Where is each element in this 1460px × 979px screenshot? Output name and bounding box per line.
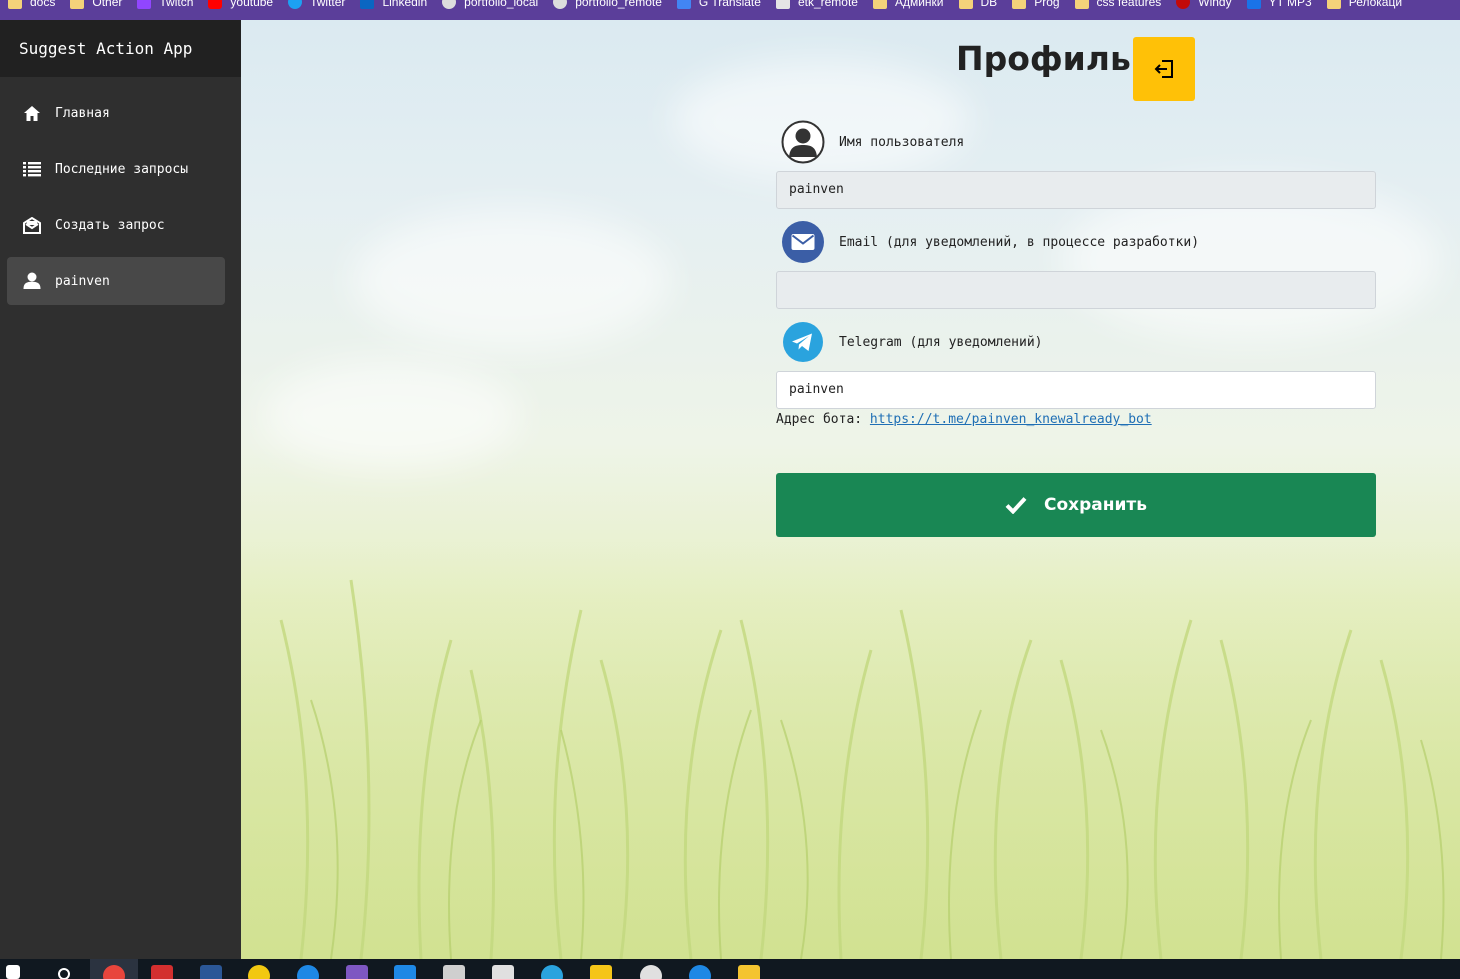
telegram-app-icon[interactable] xyxy=(541,965,563,979)
youtube-icon xyxy=(208,0,223,9)
home-icon xyxy=(22,103,42,123)
page-title-row: Профиль xyxy=(956,39,1131,78)
username-field[interactable]: painven xyxy=(776,171,1376,209)
sidebar-item-label: Главная xyxy=(55,105,110,121)
folder-icon xyxy=(70,0,85,9)
envelope-open-icon xyxy=(22,215,42,235)
bookmark-relocation[interactable]: Релокаци xyxy=(1319,0,1409,12)
bookmark-css-features[interactable]: css features xyxy=(1067,0,1169,12)
windows-start-icon[interactable] xyxy=(6,965,20,979)
bookmark-prog[interactable]: Prog xyxy=(1004,0,1066,12)
sidebar-item-label: Создать запрос xyxy=(55,217,165,233)
twitter-icon xyxy=(288,0,303,9)
etk-icon xyxy=(775,0,790,9)
user-avatar-icon xyxy=(781,120,825,164)
email-field[interactable] xyxy=(776,271,1376,309)
sidebar-item-label: Последние запросы xyxy=(55,161,189,177)
folder-icon xyxy=(958,0,973,9)
app-icon[interactable] xyxy=(689,965,711,979)
save-button[interactable]: Сохранить xyxy=(776,473,1376,537)
bot-address-label: Адрес бота: xyxy=(776,412,863,427)
sidebar-item-create-request[interactable]: Создать запрос xyxy=(7,201,225,249)
twitch-icon xyxy=(137,0,152,9)
bookmark-etk-remote[interactable]: etk_remote xyxy=(768,0,865,12)
bookmark-g-translate[interactable]: G Translate xyxy=(669,0,768,12)
filezilla-icon[interactable] xyxy=(151,965,173,979)
sidebar-item-label: painven xyxy=(55,273,110,289)
telegram-label: Telegram (для уведомлений) xyxy=(839,334,1043,350)
app-brand[interactable]: Suggest Action App xyxy=(0,20,241,77)
globe-icon xyxy=(442,0,457,9)
app-icon[interactable] xyxy=(297,965,319,979)
bookmark-twitch[interactable]: Twitch xyxy=(129,0,200,12)
bookmark-portfolio-remote[interactable]: portfolio_remote xyxy=(545,0,669,12)
file-explorer-icon[interactable] xyxy=(738,965,760,979)
telegram-icon xyxy=(783,322,823,362)
email-label: Email (для уведомлений, в процессе разра… xyxy=(839,234,1200,250)
folder-icon xyxy=(1074,0,1089,9)
bookmark-docs[interactable]: docs xyxy=(0,0,62,12)
username-label-row: Имя пользователя xyxy=(781,120,964,164)
globe-icon xyxy=(553,0,568,9)
visual-studio-icon[interactable] xyxy=(346,965,368,979)
app-icon[interactable] xyxy=(590,965,612,979)
bookmark-portfolio-local[interactable]: portfolio_local xyxy=(434,0,545,12)
bookmark-other[interactable]: Other xyxy=(62,0,129,12)
folder-icon xyxy=(872,0,887,9)
email-icon xyxy=(782,221,824,263)
folder-icon xyxy=(8,0,22,9)
editor-icon[interactable] xyxy=(492,965,514,979)
bookmark-yt-mp3[interactable]: YT MP3 xyxy=(1239,0,1319,12)
windy-icon xyxy=(1176,0,1191,9)
search-icon[interactable] xyxy=(58,968,70,979)
sidebar-item-profile[interactable]: painven xyxy=(7,257,225,305)
user-icon xyxy=(22,271,42,291)
settings-icon[interactable] xyxy=(640,965,662,979)
check-icon xyxy=(1005,496,1027,514)
folder-icon xyxy=(1012,0,1027,9)
bookmark-windy[interactable]: Windy xyxy=(1168,0,1238,12)
taskbar xyxy=(0,959,1460,979)
bookmark-youtube[interactable]: youtube xyxy=(200,0,280,12)
play-icon xyxy=(1246,0,1261,9)
list-icon xyxy=(22,159,42,179)
main-content: Профиль Имя пользователя painven Email (… xyxy=(241,20,1460,959)
vscode-icon[interactable] xyxy=(394,965,416,979)
telegram-label-row: Telegram (для уведомлений) xyxy=(781,320,1043,364)
bot-address: Адрес бота: https://t.me/painven_knewalr… xyxy=(776,412,1152,427)
bookmark-admin[interactable]: Админки xyxy=(865,0,951,12)
bot-link[interactable]: https://t.me/painven_knewalready_bot xyxy=(870,412,1152,427)
bookmarks-bar: docs Other Twitch youtube Twitter Linked… xyxy=(0,0,1460,20)
sidebar: Suggest Action App Главная Последние зап… xyxy=(0,20,241,959)
app-icon[interactable] xyxy=(248,965,270,979)
translate-icon xyxy=(676,0,691,9)
page-title: Профиль xyxy=(956,39,1131,78)
logout-button[interactable] xyxy=(1133,37,1195,101)
sidebar-nav: Главная Последние запросы Создать запрос… xyxy=(0,77,241,305)
sidebar-item-home[interactable]: Главная xyxy=(7,89,225,137)
telegram-field[interactable]: painven xyxy=(776,371,1376,409)
linkedin-icon xyxy=(360,0,375,9)
username-label: Имя пользователя xyxy=(839,134,965,150)
logout-icon xyxy=(1154,60,1173,78)
bookmark-linkedin[interactable]: Linkedin xyxy=(352,0,434,12)
sidebar-item-recent-requests[interactable]: Последние запросы xyxy=(7,145,225,193)
bookmark-twitter[interactable]: Twitter xyxy=(280,0,352,12)
save-label: Сохранить xyxy=(1043,495,1148,515)
folder-icon xyxy=(1326,0,1341,9)
email-label-row: Email (для уведомлений, в процессе разра… xyxy=(781,220,1199,264)
powershell-icon[interactable] xyxy=(200,965,222,979)
bookmark-db[interactable]: DB xyxy=(951,0,1005,12)
notepad-icon[interactable] xyxy=(443,965,465,979)
